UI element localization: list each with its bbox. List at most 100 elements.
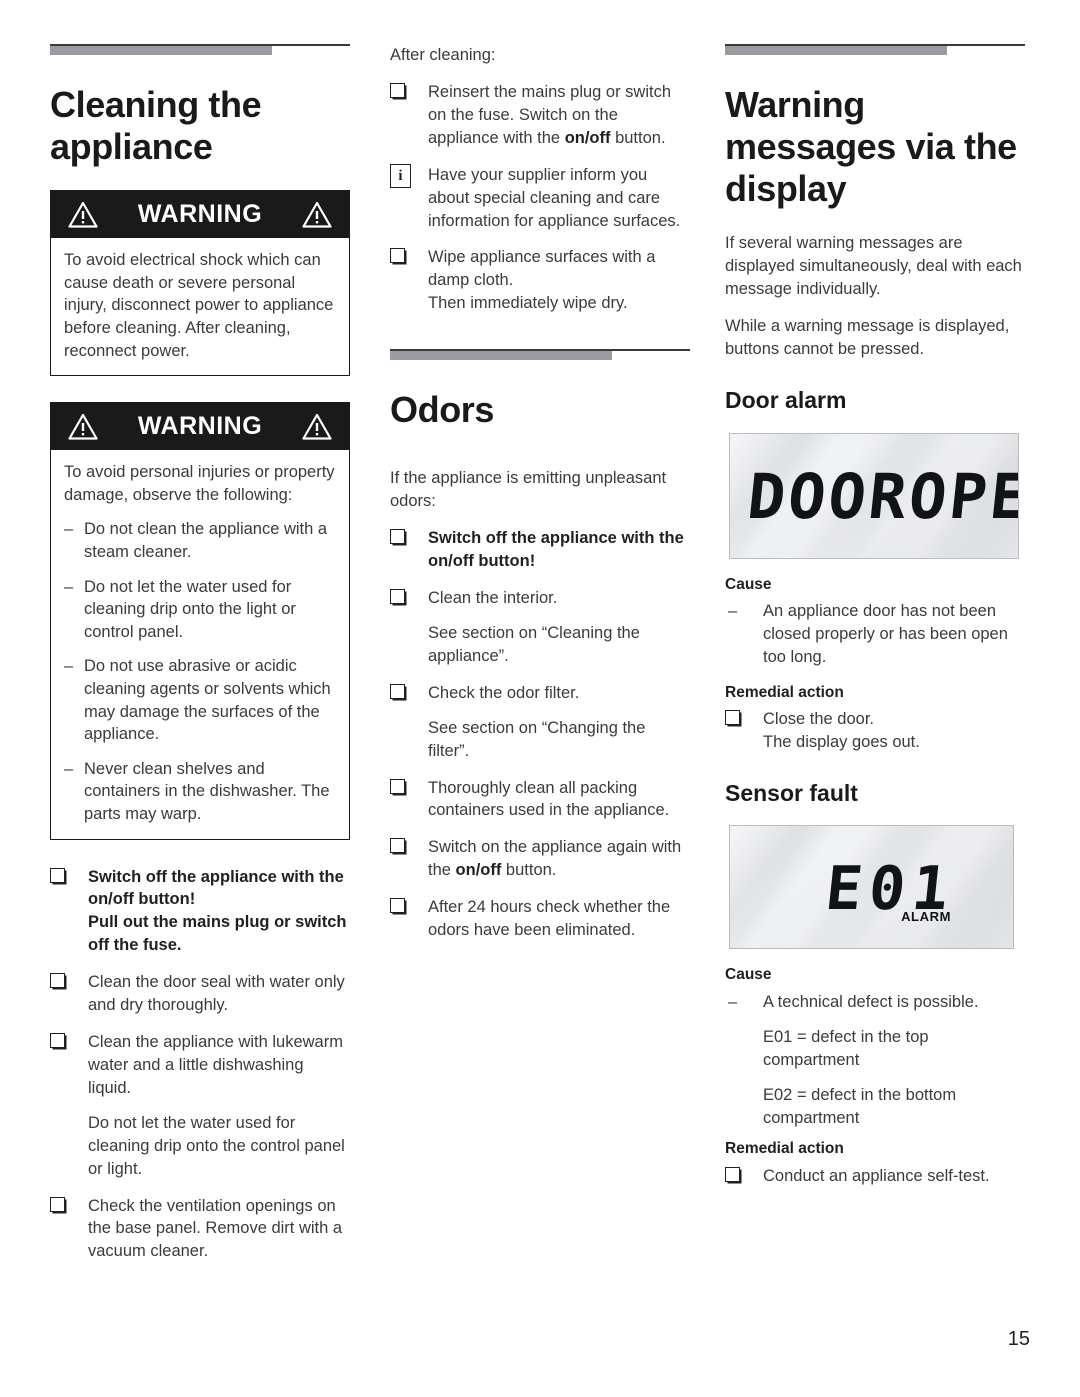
- manual-page: Cleaning the appliance WARNING To avoid …: [0, 0, 1080, 1397]
- cleaning-checklist: Switch off the appliance with the on/off…: [50, 866, 350, 1264]
- checkbox-icon[interactable]: [390, 248, 405, 264]
- dash-bullet: –: [728, 992, 738, 1011]
- list-item: Clean the door seal with water only and …: [50, 971, 350, 1017]
- list-item-text: Do not let the water used for cleaning d…: [84, 577, 296, 641]
- checkbox-icon[interactable]: [390, 898, 405, 914]
- list-item-text: Conduct an appliance self-test.: [763, 1166, 990, 1185]
- list-item-text: Switch off the appliance with the on/off…: [428, 529, 684, 571]
- list-item: – A technical defect is possible. E01 = …: [725, 991, 1025, 1130]
- list-item-extra: The display goes out.: [763, 732, 920, 751]
- sensor-fault-remedy-list: Conduct an appliance self-test.: [725, 1165, 1025, 1188]
- door-alarm-remedy-list: Close the door. The display goes out.: [725, 708, 1025, 754]
- list-item: Check the ventilation openings on the ba…: [50, 1195, 350, 1264]
- list-item-text: Clean the interior.: [428, 589, 558, 608]
- checkbox-icon[interactable]: [390, 589, 405, 605]
- list-item-text: Have your supplier inform you about spec…: [428, 165, 681, 230]
- list-item: – Do not clean the appliance with a steam…: [64, 518, 336, 563]
- list-item-extra: See section on “Changing the filter”.: [428, 718, 646, 760]
- page-number: 15: [1007, 1328, 1030, 1350]
- warning-body: To avoid personal injuries or property d…: [51, 450, 349, 838]
- list-item-text: Close the door.: [763, 710, 874, 729]
- warning-intro: To avoid personal injuries or property d…: [64, 463, 335, 504]
- list-item-text: Clean the appliance with lukewarm water …: [88, 1033, 343, 1097]
- warning-text: To avoid electrical shock which can caus…: [64, 251, 334, 360]
- remedial-action-label: Remedial action: [725, 683, 844, 701]
- list-item: Clean the appliance with lukewarm water …: [50, 1031, 350, 1181]
- list-item-extra: See section on “Cleaning the appliance”.: [428, 623, 640, 665]
- lcd-display-door-open: DOOROPEN: [729, 432, 1019, 559]
- column-cleaning: Cleaning the appliance WARNING To avoid …: [50, 44, 350, 1263]
- list-item: i Have your supplier inform you about sp…: [390, 163, 690, 233]
- list-item: Clean the interior. See section on “Clea…: [390, 587, 690, 668]
- warning-label: WARNING: [137, 200, 263, 229]
- lcd-alarm-indicator: ALARM: [901, 909, 951, 925]
- list-item: Switch on the appliance again with the o…: [390, 836, 690, 882]
- list-item-text: Do not use abrasive or acidic cleaning a…: [84, 657, 331, 744]
- sensor-fault-cause-list: – A technical defect is possible. E01 = …: [725, 991, 1025, 1130]
- warning-header: WARNING: [51, 403, 349, 451]
- cause-note-2: E02 = defect in the bottom compartment: [763, 1085, 957, 1127]
- list-item: – Do not use abrasive or acidic cleaning …: [64, 655, 336, 745]
- list-item: Switch off the appliance with the on/off…: [390, 527, 690, 573]
- section-rule: [725, 44, 1025, 58]
- checkbox-icon[interactable]: [725, 710, 740, 726]
- warning-label: WARNING: [137, 412, 263, 441]
- list-item-text: An appliance door has not been closed pr…: [763, 601, 1008, 666]
- after-cleaning-label: After cleaning:: [390, 46, 496, 64]
- rule-thick-bar: [390, 351, 612, 361]
- list-item: Reinsert the mains plug or switch on the…: [390, 81, 690, 150]
- dash-bullet: –: [64, 657, 74, 676]
- list-item-text: Never clean shelves and containers in th…: [84, 759, 330, 823]
- dash-bullet: –: [728, 601, 738, 620]
- cause-label: Cause: [725, 966, 772, 984]
- list-item-text: Wipe appliance surfaces with a damp clot…: [428, 248, 656, 290]
- odors-checklist: Switch off the appliance with the on/off…: [390, 527, 690, 942]
- odors-title: Odors: [390, 389, 495, 431]
- warning-dash-list: – Do not clean the appliance with a steam…: [64, 518, 336, 825]
- list-item: Check the odor filter. See section on “C…: [390, 682, 690, 763]
- checkbox-icon[interactable]: [390, 683, 405, 699]
- list-item: – Do not let the water used for cleaning …: [64, 576, 336, 644]
- warning-box-personal-injury: WARNING To avoid personal injuries or pr…: [50, 402, 350, 840]
- list-item-text-cont: button.: [610, 128, 666, 147]
- list-item-text: A technical defect is possible.: [763, 992, 979, 1011]
- list-item: After 24 hours check whether the odors h…: [390, 896, 690, 942]
- door-alarm-heading: Door alarm: [725, 386, 847, 413]
- checkbox-icon[interactable]: [50, 973, 65, 989]
- door-alarm-cause-list: – An appliance door has not been closed …: [725, 600, 1025, 669]
- section-rule: [50, 44, 350, 58]
- dash-bullet: –: [64, 577, 74, 596]
- list-item: – Never clean shelves and containers in t…: [64, 758, 336, 826]
- checkbox-icon[interactable]: [50, 867, 65, 883]
- cause-note-1: E01 = defect in the top compartment: [763, 1027, 929, 1069]
- checkbox-icon[interactable]: [50, 1033, 65, 1049]
- odors-intro: If the appliance is emitting unpleasant …: [390, 469, 667, 511]
- checkbox-icon[interactable]: [390, 778, 405, 794]
- warning-intro-2: While a warning message is displayed, bu…: [725, 317, 1010, 359]
- list-item-emphasis: on/off: [455, 861, 502, 880]
- remedial-action-label: Remedial action: [725, 1140, 844, 1158]
- list-item-text-cont: button.: [501, 861, 557, 880]
- list-item: Switch off the appliance with the on/off…: [50, 866, 350, 958]
- checkbox-icon[interactable]: [390, 529, 405, 545]
- rule-thick-bar: [725, 46, 947, 55]
- warning-body: To avoid electrical shock which can caus…: [51, 238, 349, 375]
- after-cleaning-list: Reinsert the mains plug or switch on the…: [390, 81, 690, 315]
- checkbox-icon[interactable]: [390, 838, 405, 854]
- list-item-extra: Do not let the water used for cleaning d…: [88, 1113, 345, 1178]
- warning-box-electrical-shock: WARNING To avoid electrical shock which …: [50, 190, 350, 377]
- warning-triangle-icon: [302, 414, 332, 440]
- checkbox-icon[interactable]: [725, 1166, 740, 1182]
- info-icon: i: [390, 163, 411, 188]
- dash-bullet: –: [64, 520, 74, 539]
- page-title: Cleaning the appliance: [50, 84, 262, 168]
- warning-triangle-icon: [302, 202, 332, 228]
- lcd-segment-text: DOOROPEN: [744, 459, 1019, 533]
- section-rule: [390, 349, 690, 363]
- checkbox-icon[interactable]: [50, 1196, 65, 1212]
- checkbox-icon[interactable]: [390, 82, 405, 98]
- rule-thick-bar: [50, 46, 272, 55]
- list-item: Close the door. The display goes out.: [725, 708, 1025, 754]
- list-item: Thoroughly clean all packing containers …: [390, 777, 690, 823]
- list-item: Wipe appliance surfaces with a damp clot…: [390, 246, 690, 315]
